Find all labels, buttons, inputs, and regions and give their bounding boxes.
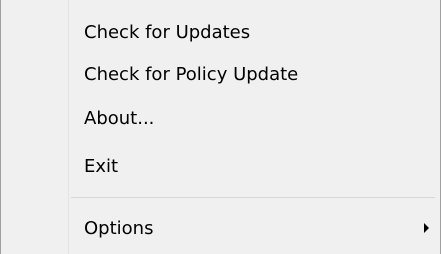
context-menu: Check for Updates Check for Policy Updat… <box>0 0 441 254</box>
menu-item-label: About... <box>84 108 155 129</box>
menu-item-check-for-policy-update[interactable]: Check for Policy Update <box>2 52 439 97</box>
menu-item-exit[interactable]: Exit <box>2 144 439 189</box>
menu-item-label: Options <box>84 218 154 239</box>
menu-separator <box>71 197 435 198</box>
menu-item-label: Check for Updates <box>84 22 251 43</box>
menu-item-options[interactable]: Options <box>2 206 439 251</box>
menu-item-check-for-updates[interactable]: Check for Updates <box>2 10 439 55</box>
menu-item-label: Check for Policy Update <box>84 64 299 85</box>
submenu-arrow-icon <box>424 223 429 233</box>
menu-item-label: Exit <box>84 156 119 177</box>
menu-item-about[interactable]: About... <box>2 96 439 141</box>
